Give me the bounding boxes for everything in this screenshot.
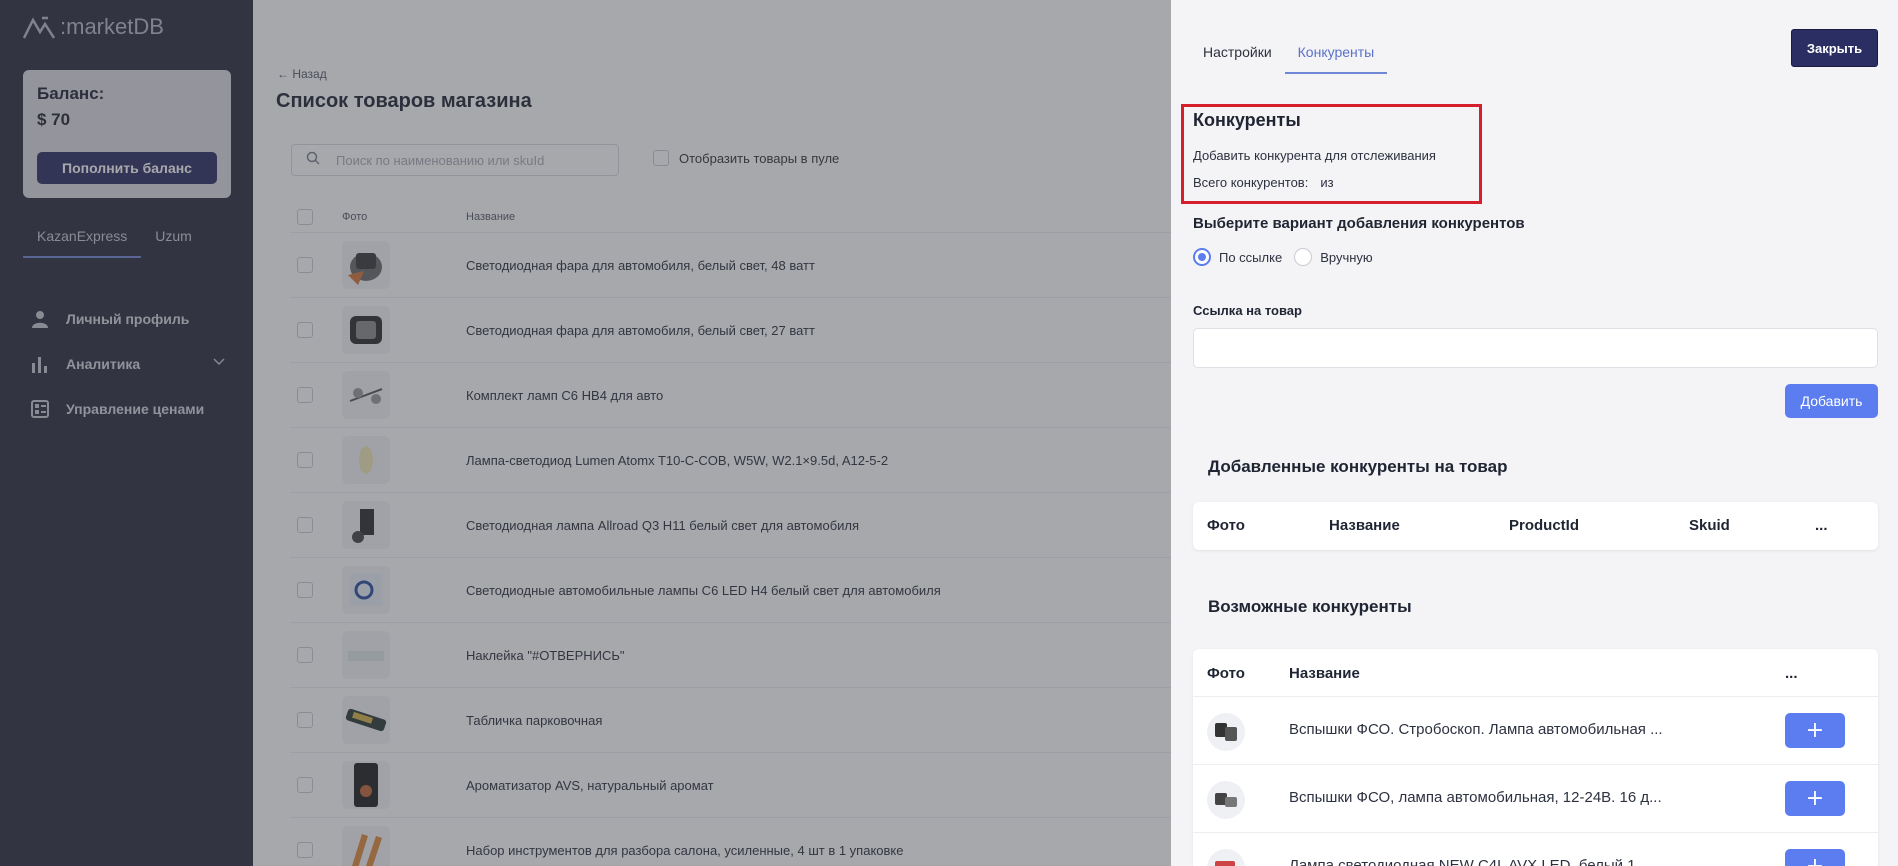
competitor-thumbnail [1207,713,1245,751]
competitor-thumbnail [1207,849,1245,866]
column-productid: ProductId [1509,517,1579,534]
column-skuid: Skuid [1689,517,1730,534]
radio-by-link-label[interactable]: По ссылке [1219,250,1282,265]
table-row: Вспышки ФСО. Стробоскоп. Лампа автомобил… [1193,697,1878,765]
add-competitor-plus-button[interactable]: + [1785,713,1845,748]
column-actions: ... [1785,665,1798,682]
total-label: Всего конкурентов: [1193,175,1309,190]
competitor-thumbnail [1207,781,1245,819]
add-competitor-plus-button[interactable]: + [1785,849,1845,866]
column-actions: ... [1815,517,1828,534]
link-field-label: Ссылка на товар [1193,303,1302,318]
added-competitors-title: Добавленные конкуренты на товар [1208,457,1508,476]
possible-competitors-table: Фото Название ... Вспышки ФСО. Стробоско… [1193,649,1878,866]
possible-competitors-title: Возможные конкуренты [1208,597,1412,616]
competitor-name: Вспышки ФСО, лампа автомобильная, 12-24В… [1289,789,1662,806]
variant-radio-group: По ссылке Вручную [1193,248,1385,266]
radio-by-link[interactable] [1193,248,1211,266]
product-link-input[interactable] [1193,328,1878,368]
competitor-name: Вспышки ФСО. Стробоскоп. Лампа автомобил… [1289,721,1663,738]
tab-settings[interactable]: Настройки [1190,35,1285,74]
radio-manual-label[interactable]: Вручную [1320,250,1372,265]
column-name: Название [1289,665,1360,682]
table-row: Вспышки ФСО, лампа автомобильная, 12-24В… [1193,765,1878,833]
table-row: Лампа светодиодная NEW C4L AVX LED, белы… [1193,833,1878,866]
competitors-drawer: Настройки Конкуренты Закрыть Конкуренты … [1171,0,1898,866]
add-competitor-plus-button[interactable]: + [1785,781,1845,816]
close-button[interactable]: Закрыть [1791,29,1878,67]
total-of: из [1320,175,1334,190]
modal-backdrop[interactable] [0,0,1171,866]
competitors-subtitle: Добавить конкурента для отслеживания [1193,148,1436,163]
tab-competitors[interactable]: Конкуренты [1284,35,1388,74]
competitors-title: Конкуренты [1193,110,1301,130]
radio-manual[interactable] [1294,248,1313,266]
variant-title: Выберите вариант добавления конкурентов [1193,215,1525,232]
drawer-tabs: Настройки Конкуренты [1190,35,1388,74]
possible-table-header: Фото Название ... [1193,649,1878,697]
column-photo: Фото [1207,517,1245,534]
competitor-name: Лампа светодиодная NEW C4L AVX LED, белы… [1289,857,1649,866]
column-name: Название [1329,517,1400,534]
column-photo: Фото [1207,665,1245,682]
add-competitor-button[interactable]: Добавить [1785,384,1878,418]
competitors-count: Всего конкурентов: из [1193,175,1334,190]
added-competitors-table: Фото Название ProductId Skuid ... [1193,502,1878,550]
